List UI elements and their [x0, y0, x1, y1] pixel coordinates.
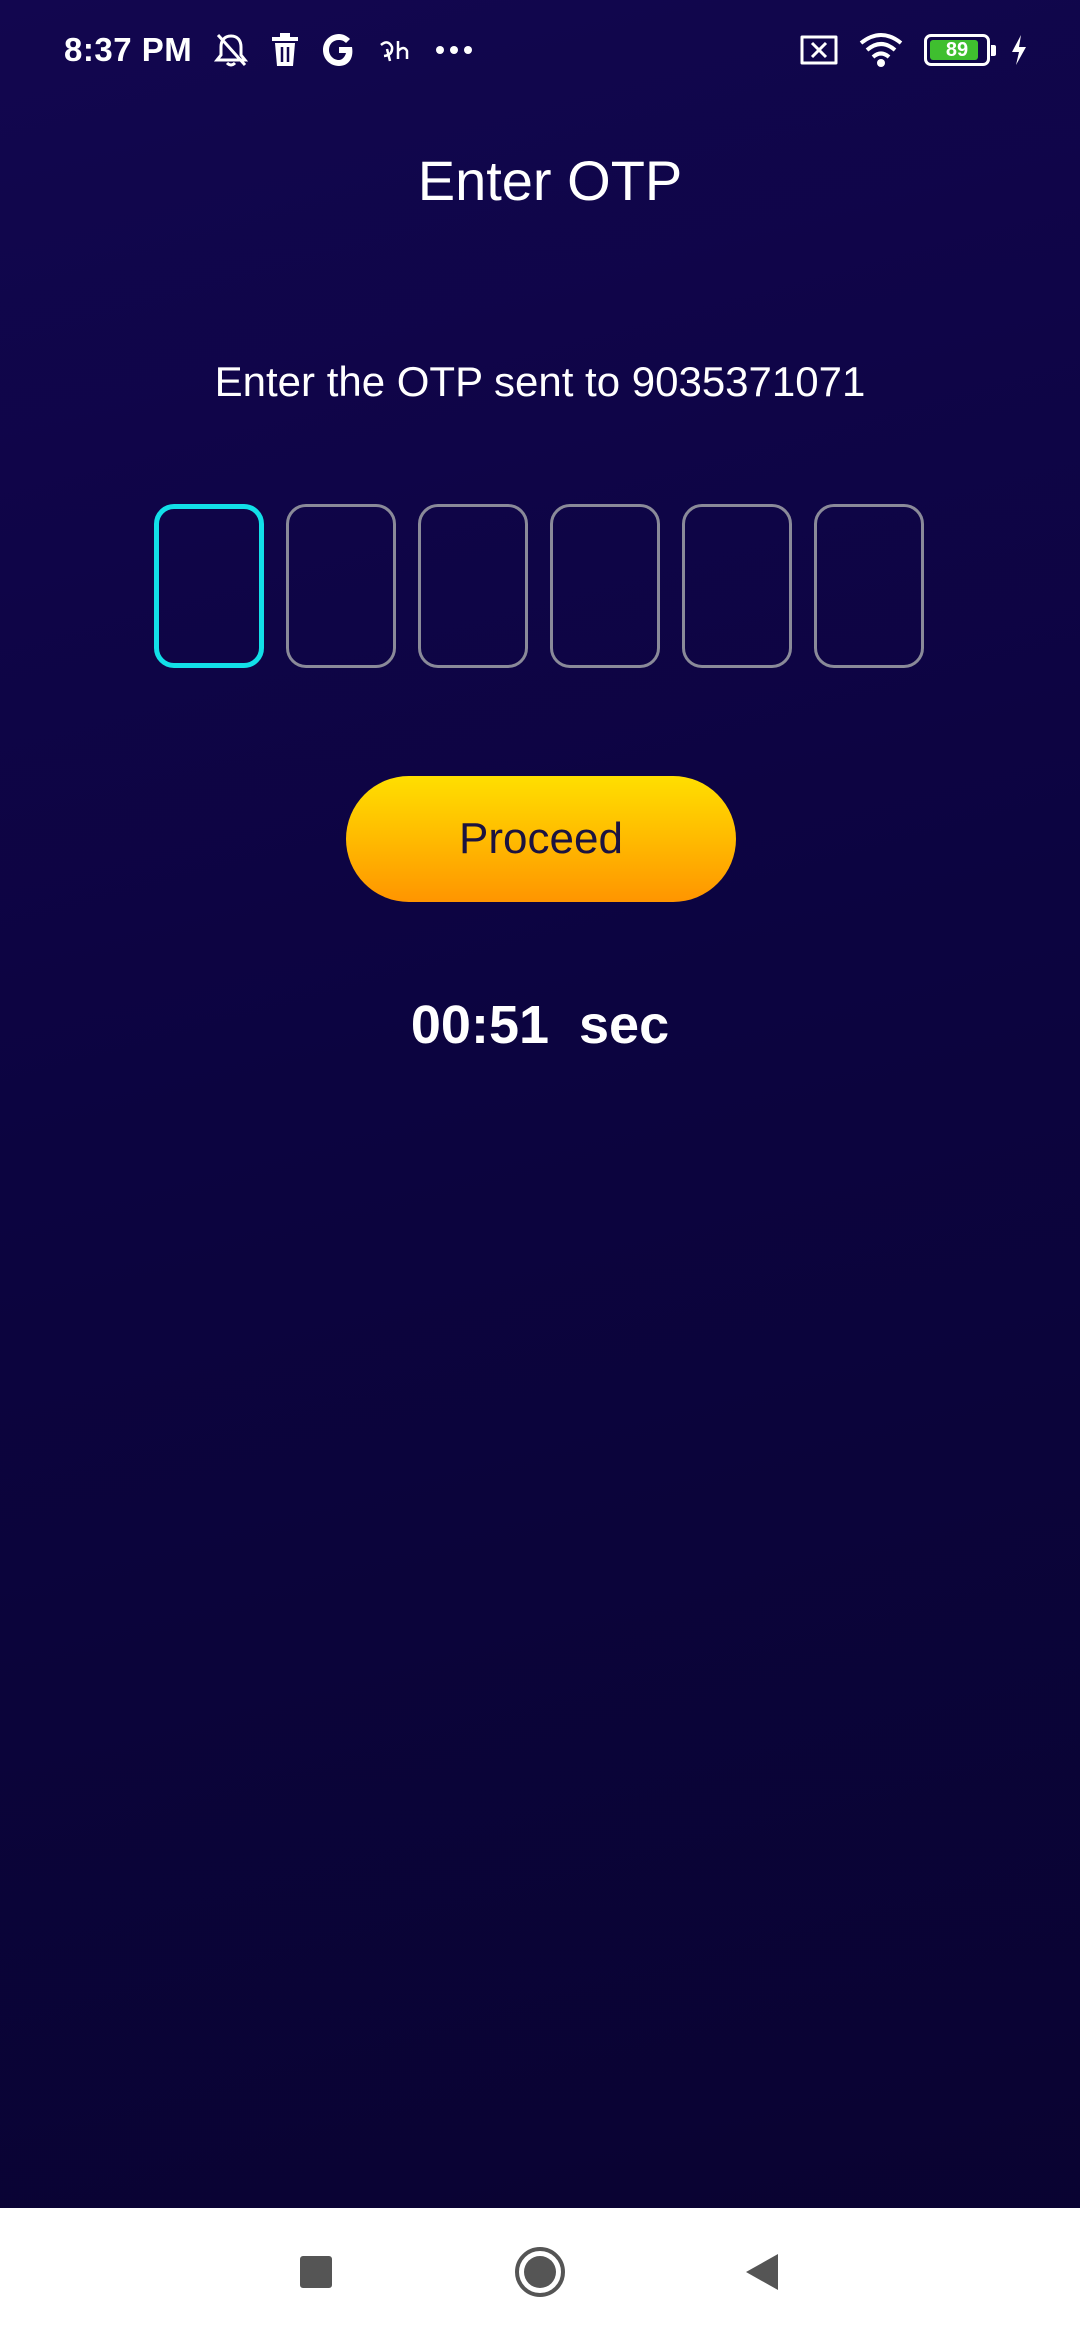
status-bar: 8:37 PM 89 [0, 0, 1080, 100]
back-triangle-icon [744, 2252, 780, 2296]
proceed-button[interactable]: Proceed [346, 776, 736, 902]
wifi-icon [858, 32, 904, 68]
otp-digit-2[interactable] [286, 504, 396, 668]
more-icon [434, 44, 474, 56]
otp-screen: 8:37 PM 89 Enter OTP Enter the OTP sent … [0, 0, 1080, 2340]
square-icon [299, 2255, 333, 2293]
navigation-bar [0, 2208, 1080, 2340]
resend-timer: 00:51 sec [410, 995, 670, 1055]
otp-digit-1[interactable] [154, 504, 264, 668]
google-icon [322, 33, 356, 67]
status-left: 8:37 PM [64, 22, 474, 78]
recents-button[interactable] [284, 2242, 348, 2306]
battery-tip [991, 45, 996, 56]
app-icon [378, 37, 412, 63]
otp-input-group [154, 504, 924, 668]
battery-icon: 89 [924, 34, 996, 66]
circle-icon [514, 2246, 566, 2302]
page-title: Enter OTP [417, 149, 683, 212]
otp-digit-4[interactable] [550, 504, 660, 668]
status-right: 89 [800, 22, 1028, 78]
otp-instruction: Enter the OTP sent to 9035371071 [214, 358, 866, 405]
battery-level: 89 [945, 38, 969, 61]
otp-digit-5[interactable] [682, 504, 792, 668]
back-button[interactable] [730, 2242, 794, 2306]
home-button[interactable] [508, 2242, 572, 2306]
otp-digit-6[interactable] [814, 504, 924, 668]
charging-icon [1010, 34, 1028, 66]
otp-digit-3[interactable] [418, 504, 528, 668]
bell-off-icon [214, 32, 249, 68]
trash-icon [270, 33, 300, 67]
sim-x-icon [800, 35, 838, 65]
status-time: 8:37 PM [64, 31, 193, 68]
